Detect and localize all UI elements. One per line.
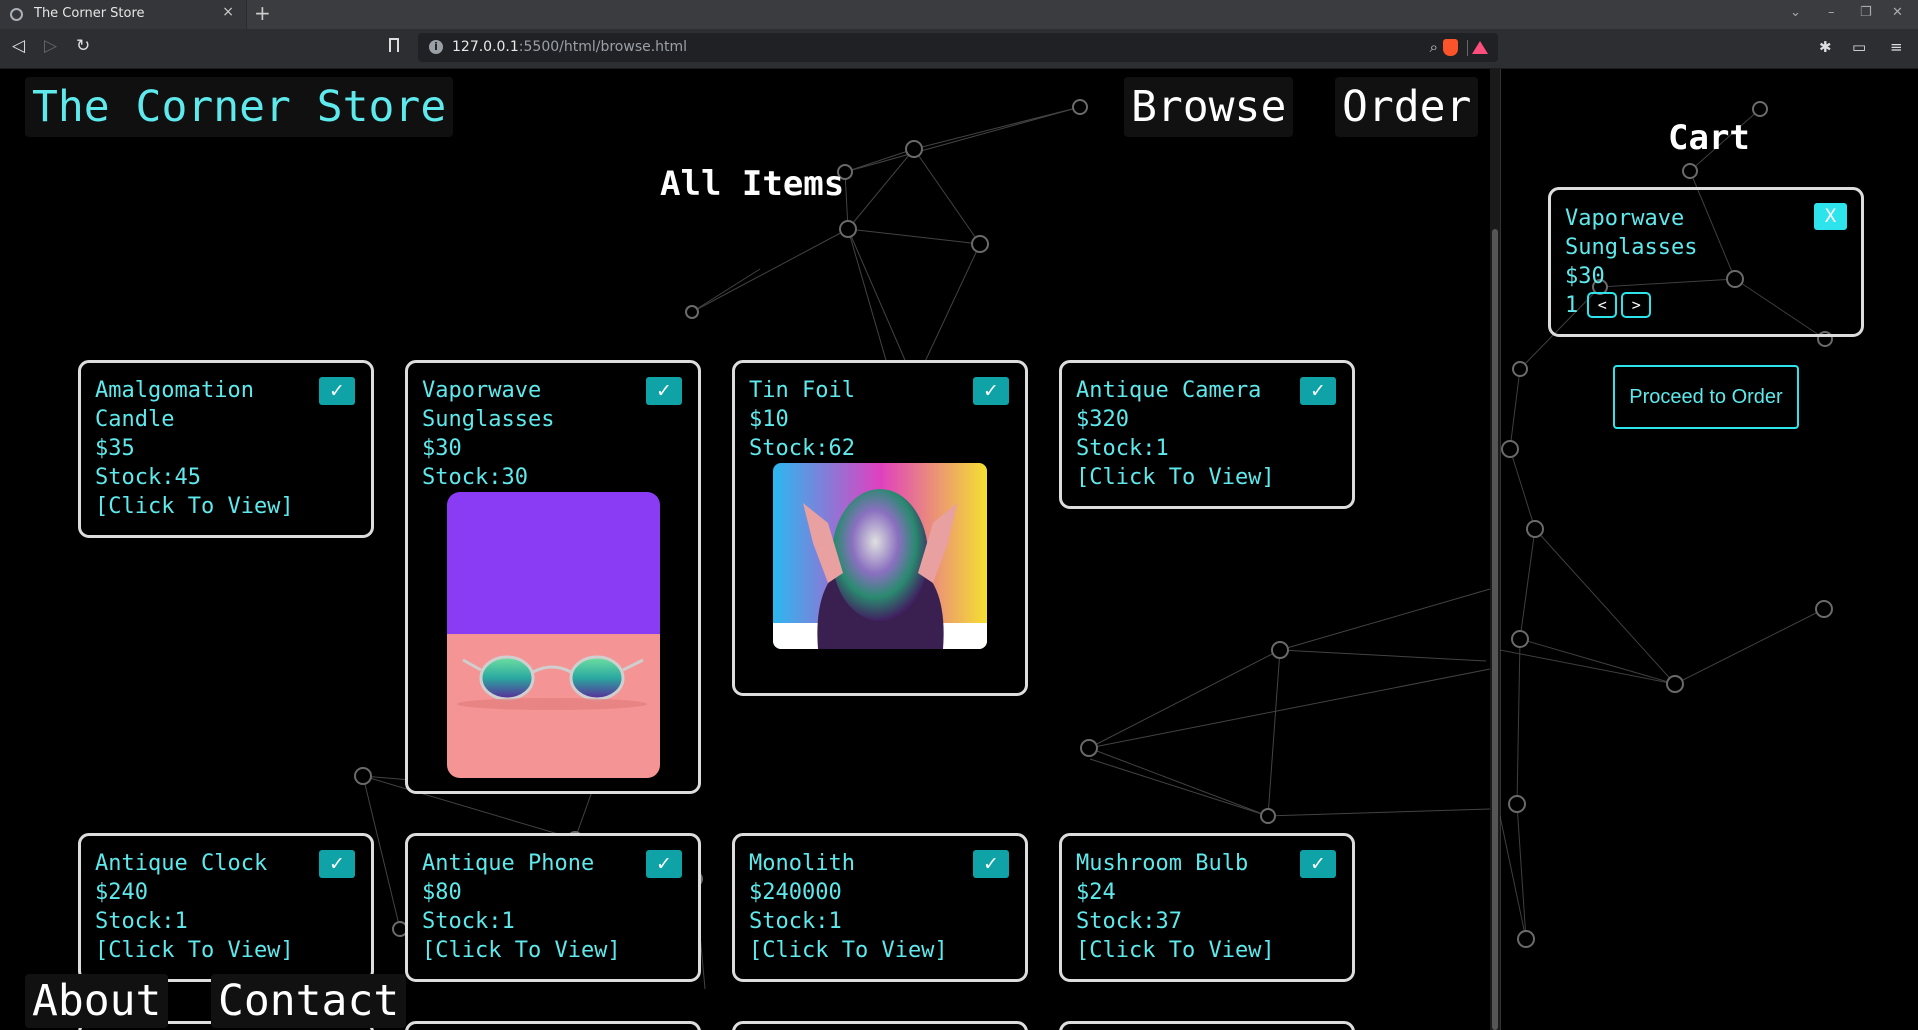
divider xyxy=(1467,40,1468,56)
item-price: $24 xyxy=(1076,880,1116,905)
cart-item: X Vaporwave Sunglasses $30 1 < > xyxy=(1548,187,1864,337)
view-item-link[interactable]: [Click To View] xyxy=(95,936,357,965)
item-card[interactable]: ✓ Antique Camera $320 Stock:1 [Click To … xyxy=(1059,360,1355,509)
item-name: Antique Clock xyxy=(95,851,268,876)
scrollbar-thumb[interactable] xyxy=(1492,229,1498,1030)
brave-shields-icon[interactable] xyxy=(1443,39,1458,56)
add-to-cart-button[interactable]: ✓ xyxy=(973,850,1009,878)
item-name: Amalgomation Candle xyxy=(95,378,254,432)
address-bar[interactable]: i 127.0.0.1:5500/html/browse.html ⌕ xyxy=(418,33,1498,62)
item-stock: Stock:45 xyxy=(95,465,201,490)
minimize-icon[interactable]: – xyxy=(1828,5,1835,20)
item-stock: Stock:37 xyxy=(1076,909,1182,934)
add-to-cart-button[interactable]: ✓ xyxy=(1300,850,1336,878)
back-icon[interactable]: ◁ xyxy=(12,36,25,56)
item-card[interactable]: ✓ Mushroom Bulb $24 Stock:37 [Click To V… xyxy=(1059,833,1355,982)
decrease-quantity-button[interactable]: < xyxy=(1587,292,1618,318)
extensions-icon[interactable]: ✱ xyxy=(1819,38,1832,56)
item-name: Vaporwave Sunglasses xyxy=(422,378,555,432)
add-to-cart-button[interactable]: ✓ xyxy=(319,850,355,878)
tab-close-icon[interactable]: × xyxy=(222,4,234,20)
browser-tab-bar: The Corner Store × + ⌄ – ❐ ✕ xyxy=(0,0,1918,29)
page-title: All Items xyxy=(660,164,845,204)
item-name: Tin Foil xyxy=(749,378,855,403)
item-price: $35 xyxy=(95,436,135,461)
proceed-to-order-button[interactable]: Proceed to Order xyxy=(1613,365,1799,429)
item-card[interactable] xyxy=(732,1021,1028,1030)
new-tab-icon[interactable]: + xyxy=(254,1,271,25)
url-text[interactable]: 127.0.0.1:5500/html/browse.html xyxy=(452,39,687,55)
view-item-link[interactable]: [Click To View] xyxy=(95,492,357,521)
item-stock: Stock:62 xyxy=(749,436,855,461)
view-item-link[interactable]: [Click To View] xyxy=(422,936,684,965)
item-card[interactable]: ✓ Antique Clock $240 Stock:1 [Click To V… xyxy=(78,833,374,982)
item-card[interactable]: ✓ Antique Phone $80 Stock:1 [Click To Vi… xyxy=(405,833,701,982)
url-path: :5500/html/browse.html xyxy=(518,39,688,55)
add-to-cart-button[interactable]: ✓ xyxy=(319,377,355,405)
forward-icon[interactable]: ▷ xyxy=(44,36,57,56)
item-card[interactable]: ✓ Monolith $240000 Stock:1 [Click To Vie… xyxy=(732,833,1028,982)
item-card[interactable] xyxy=(1059,1021,1355,1030)
add-to-cart-button[interactable]: ✓ xyxy=(646,377,682,405)
item-stock: Stock:1 xyxy=(749,909,842,934)
tab-title: The Corner Store xyxy=(34,6,145,21)
item-card[interactable]: ✓ Tin Foil $10 Stock:62 xyxy=(732,360,1028,696)
item-stock: Stock:1 xyxy=(95,909,188,934)
brave-rewards-icon[interactable] xyxy=(1472,41,1488,54)
item-stock: Stock:1 xyxy=(1076,436,1169,461)
item-price: $30 xyxy=(422,436,462,461)
bookmark-icon[interactable] xyxy=(389,38,399,52)
cart-item-price: $30 xyxy=(1565,264,1605,289)
browser-toolbar: ◁ ▷ ↻ i 127.0.0.1:5500/html/browse.html … xyxy=(0,29,1918,69)
add-to-cart-button[interactable]: ✓ xyxy=(973,377,1009,405)
menu-icon[interactable]: ≡ xyxy=(1890,38,1903,56)
footer-contact-link[interactable]: Contact xyxy=(211,974,407,1028)
increase-quantity-button[interactable]: > xyxy=(1621,292,1652,318)
item-price: $80 xyxy=(422,880,462,905)
footer-about-link[interactable]: About xyxy=(25,974,169,1028)
view-item-link[interactable]: [Click To View] xyxy=(1076,463,1338,492)
page-viewport: The Corner Store Browse Order All Items … xyxy=(0,69,1918,1030)
item-name: Monolith xyxy=(749,851,855,876)
view-item-link[interactable]: [Click To View] xyxy=(1076,936,1338,965)
site-info-icon[interactable]: i xyxy=(429,40,443,54)
remove-item-button[interactable]: X xyxy=(1814,203,1847,230)
tab-search-icon[interactable]: ⌄ xyxy=(1790,5,1801,20)
restore-icon[interactable]: ❐ xyxy=(1860,5,1872,20)
item-price: $320 xyxy=(1076,407,1129,432)
zoom-icon[interactable]: ⌕ xyxy=(1430,38,1438,56)
reload-icon[interactable]: ↻ xyxy=(76,36,90,56)
item-price: $240000 xyxy=(749,880,842,905)
wallet-icon[interactable]: ▭ xyxy=(1852,38,1866,56)
site-logo[interactable]: The Corner Store xyxy=(25,77,454,137)
add-to-cart-button[interactable]: ✓ xyxy=(1300,377,1336,405)
item-card[interactable]: ✓ Amalgomation Candle $35 Stock:45 [Clic… xyxy=(78,360,374,538)
cart-item-name: Vaporwave Sunglasses xyxy=(1565,206,1698,260)
nav-order-link[interactable]: Order xyxy=(1335,77,1479,137)
item-name: Mushroom Bulb xyxy=(1076,851,1249,876)
add-to-cart-button[interactable]: ✓ xyxy=(646,850,682,878)
cart-item-quantity: 1 xyxy=(1565,292,1579,318)
url-host: 127.0.0.1 xyxy=(452,39,519,55)
cart-title: Cart xyxy=(1668,118,1750,158)
item-price: $10 xyxy=(749,407,789,432)
item-name: Antique Camera xyxy=(1076,378,1262,403)
browser-tab[interactable]: The Corner Store × xyxy=(0,0,247,29)
item-card[interactable] xyxy=(405,1021,701,1030)
window-close-icon[interactable]: ✕ xyxy=(1892,5,1903,20)
view-item-link[interactable]: [Click To View] xyxy=(749,936,1011,965)
item-stock: Stock:30 xyxy=(422,465,528,490)
sunglasses-image[interactable] xyxy=(446,492,660,778)
item-card[interactable]: ✓ Vaporwave Sunglasses $30 Stock:30 xyxy=(405,360,701,794)
globe-icon xyxy=(10,8,23,21)
item-stock: Stock:1 xyxy=(422,909,515,934)
item-name: Antique Phone xyxy=(422,851,595,876)
item-price: $240 xyxy=(95,880,148,905)
nav-browse-link[interactable]: Browse xyxy=(1124,77,1294,137)
quantity-controls: 1 < > xyxy=(1565,292,1847,318)
foil-head-image[interactable] xyxy=(773,463,987,649)
